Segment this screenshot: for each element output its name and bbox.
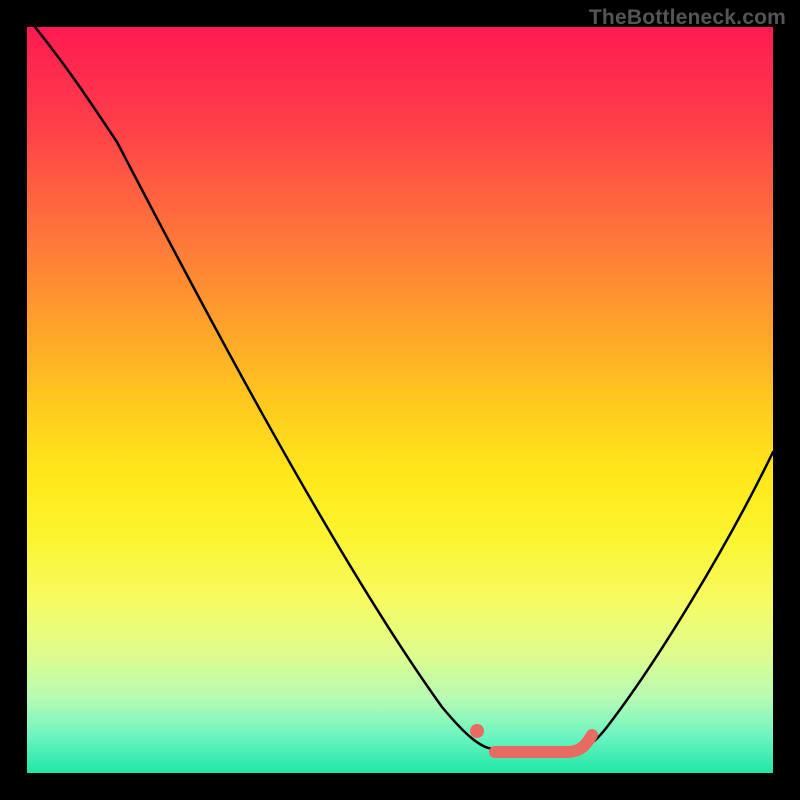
curve-layer <box>27 27 773 773</box>
marker-dot <box>470 724 484 738</box>
chart-frame: TheBottleneck.com <box>0 0 800 800</box>
highlight-segment <box>495 735 592 752</box>
bottleneck-curve-path <box>35 27 773 749</box>
plot-area <box>27 27 773 773</box>
